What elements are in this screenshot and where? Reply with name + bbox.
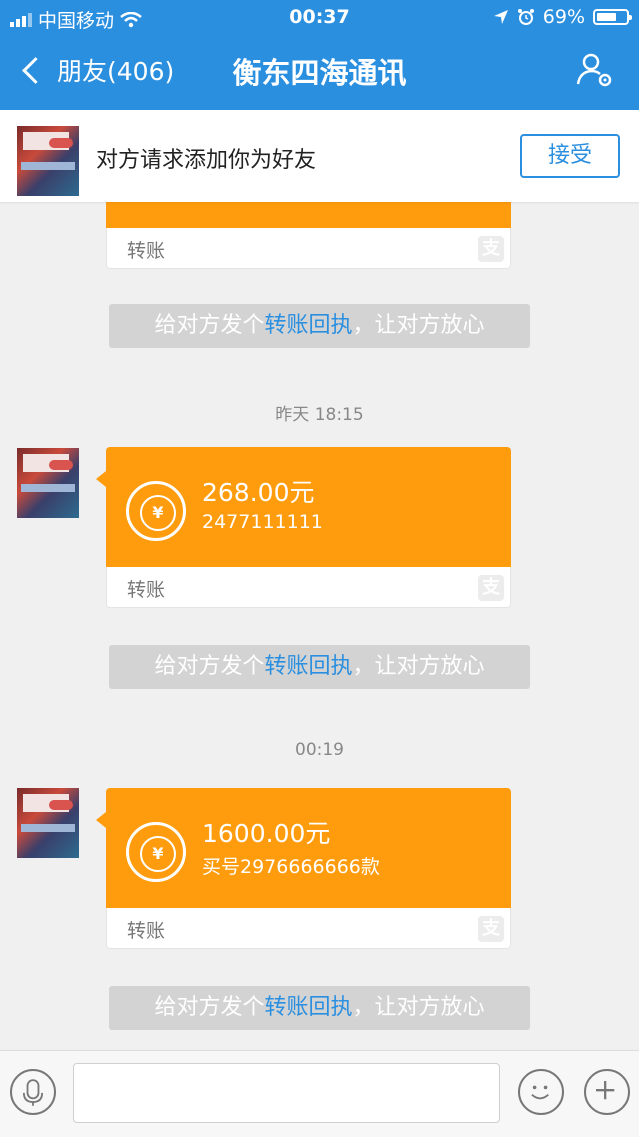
nav-bar: 朋友(406) 衡东四海通讯 xyxy=(0,36,639,110)
receipt-link[interactable]: 转账回执 xyxy=(264,995,352,1020)
receipt-link[interactable]: 转账回执 xyxy=(264,313,352,338)
transfer-card[interactable]: ¥ 268.00元 2477111111 转账 支 xyxy=(96,447,511,608)
plus-icon[interactable] xyxy=(584,1069,630,1115)
header: 中国移动 00:37 69% 朋友(406) 衡东四海通讯 xyxy=(0,0,639,110)
transfer-note: 2477111111 xyxy=(202,511,323,533)
receipt-prompt: 给对方发个转账回执，让对方放心 xyxy=(109,304,530,348)
battery-fill xyxy=(597,13,616,21)
profile-settings-icon[interactable] xyxy=(575,50,615,90)
transfer-card[interactable]: 转账 支 xyxy=(106,202,511,269)
location-icon xyxy=(493,10,508,24)
transfer-label: 转账 xyxy=(127,240,166,262)
emoji-icon[interactable] xyxy=(518,1069,564,1115)
chat-area[interactable]: 转账 支 给对方发个转账回执，让对方放心 昨天 18:15 ¥ 268.00元 … xyxy=(0,202,639,1050)
transfer-coin-icon: ¥ xyxy=(126,822,186,882)
transfer-note: 买号2976666666款 xyxy=(202,856,380,878)
alipay-icon: 支 xyxy=(478,916,504,942)
transfer-label: 转账 xyxy=(127,920,166,942)
status-bar: 中国移动 00:37 69% xyxy=(0,0,639,36)
friend-request-text: 对方请求添加你为好友 xyxy=(96,148,317,173)
status-right: 69% xyxy=(493,6,632,28)
avatar[interactable] xyxy=(17,788,79,858)
microphone-icon[interactable] xyxy=(10,1069,56,1115)
battery-icon xyxy=(593,9,632,25)
timestamp: 昨天 18:15 xyxy=(275,405,364,425)
alipay-icon: 支 xyxy=(478,236,504,262)
receipt-prompt: 给对方发个转账回执，让对方放心 xyxy=(109,986,530,1030)
transfer-amount: 268.00元 xyxy=(202,478,315,507)
receipt-prompt: 给对方发个转账回执，让对方放心 xyxy=(109,645,530,689)
transfer-label: 转账 xyxy=(127,579,166,601)
friend-request-banner: 对方请求添加你为好友 接受 xyxy=(0,110,639,202)
alipay-icon: 支 xyxy=(478,575,504,601)
message-input[interactable] xyxy=(73,1063,500,1123)
avatar[interactable] xyxy=(17,448,79,518)
transfer-coin-icon: ¥ xyxy=(126,481,186,541)
battery-percent: 69% xyxy=(542,6,585,28)
avatar[interactable] xyxy=(17,126,79,196)
page-title: 衡东四海通讯 xyxy=(232,56,407,90)
alarm-icon xyxy=(517,9,534,25)
accept-button[interactable]: 接受 xyxy=(520,134,620,178)
receipt-link[interactable]: 转账回执 xyxy=(264,654,352,679)
input-bar xyxy=(0,1050,639,1137)
transfer-amount: 1600.00元 xyxy=(202,819,331,848)
transfer-card[interactable]: ¥ 1600.00元 买号2976666666款 转账 支 xyxy=(96,788,511,949)
timestamp: 00:19 xyxy=(295,740,344,760)
